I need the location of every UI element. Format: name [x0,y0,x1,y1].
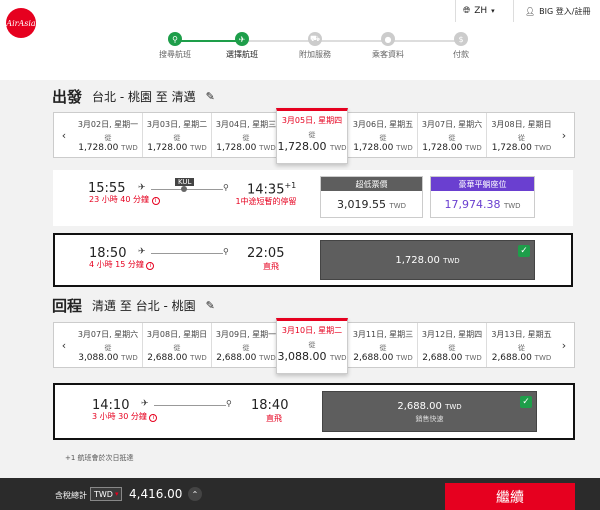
step-label: 附加服務 [299,50,331,59]
date-cell[interactable]: 3月02日, 星期一從 1,728.00 TWD [74,113,143,157]
login-label: BIG 登入/註冊 [539,6,591,16]
total-amount: 4,416.00 [129,487,183,501]
currency-select[interactable]: TWD ▾ [90,487,123,501]
stop-note: 直飛 [266,414,282,423]
destination-pin-icon: ⚲ [226,399,232,408]
fare-tag: 銷售快速 [415,415,444,423]
route-line [154,405,226,406]
plane-icon: ✈ [141,399,149,409]
day-offset: +1 [284,181,297,190]
bottom-bar: 含稅總計 TWD ▾ 4,416.00 ⌃ 繼續 [0,478,600,510]
fare-price: 17,974.38 [444,198,501,211]
globe-icon: 🌐︎ [463,6,471,16]
step-label: 乘客資料 [372,50,404,59]
info-icon[interactable]: i [151,197,160,205]
prev-dates-arrow[interactable]: ‹ [54,323,74,367]
outbound-date-strip: ‹ 3月02日, 星期一從 1,728.00 TWD 3月03日, 星期二從 1… [53,108,575,164]
flight-row[interactable]: 15:55 23 小時 40 分鐘 i ✈ KUL ⚲ 14:35+1 1中途短… [53,170,573,226]
user-icon: 👤︎ [525,6,536,16]
date-cell[interactable]: 3月12日, 星期四從 2,688.00 TWD [418,323,487,367]
info-icon[interactable]: i [149,414,158,422]
checkmark-icon: ✓ [518,245,530,257]
return-date-strip: ‹ 3月07日, 星期六從 3,088.00 TWD 3月08日, 星期日從 2… [53,318,575,374]
dollar-icon: $ [454,32,468,46]
fare-low[interactable]: 超低票價 3,019.55 TWD [320,176,423,218]
date-cell[interactable]: 3月08日, 星期日從 1,728.00 TWD [487,113,556,157]
destination-pin-icon: ⚲ [223,183,229,192]
date-cell[interactable]: 3月06日, 星期五從 1,728.00 TWD [349,113,418,157]
plane-icon: ✈ [138,247,146,257]
step-label: 選擇航班 [226,50,258,59]
plane-icon: ✈ [235,32,249,46]
fare-premium-flatbed[interactable]: 豪華平躺座位 17,974.38 TWD [430,176,535,218]
route-line [151,253,223,254]
arrive-time: 22:05 [247,246,285,261]
stop-dot [181,186,187,192]
currency-label: TWD [94,489,113,499]
flight-row-selected[interactable]: 14:10 3 小時 30 分鐘 i ✈ ⚲ 18:40 直飛 2,688.00… [53,383,575,440]
search-icon: ⚲ [168,32,182,46]
language-label: ZH [474,6,488,16]
date-cell-selected[interactable]: 3月10日, 星期二從 3,088.00 TWD [276,318,348,374]
fare-price: 3,019.55 [336,198,386,211]
fare-price: 2,688.00 [397,401,442,412]
route-line [151,189,223,190]
outbound-title-row: 出發 台北 - 桃園 至 清邁 ✎ [52,86,215,107]
date-cell[interactable]: 3月03日, 星期二從 1,728.00 TWD [143,113,212,157]
login-button[interactable]: 👤︎ BIG 登入/註冊 [525,5,590,17]
language-selector[interactable]: 🌐︎ ZH ▾ [463,5,495,17]
selected-fare[interactable]: 1,728.00 TWD ✓ [320,240,535,280]
airasia-logo[interactable]: AirAsia [6,8,36,38]
next-dates-arrow[interactable]: › [554,323,574,367]
checkmark-icon: ✓ [520,396,532,408]
flight-row-selected[interactable]: 18:50 4 小時 15 分鐘 i ✈ ⚲ 22:05 直飛 1,728.00… [53,233,573,287]
return-title: 回程 [52,297,83,315]
person-icon: ● [381,32,395,46]
date-cell[interactable]: 3月11日, 星期三從 2,688.00 TWD [349,323,418,367]
date-cell[interactable]: 3月07日, 星期六從 3,088.00 TWD [74,323,143,367]
duration: 3 小時 30 分鐘 [92,412,147,421]
next-dates-arrow[interactable]: › [554,113,574,157]
step-label: 搜尋航班 [159,50,191,59]
edit-pencil-icon[interactable]: ✎ [206,90,215,103]
divider [455,0,456,22]
info-icon[interactable]: i [146,262,155,270]
cart-icon: ⛟ [308,32,322,46]
outbound-route: 台北 - 桃園 至 清邁 [92,90,196,104]
destination-pin-icon: ⚲ [223,247,229,256]
duration: 4 小時 15 分鐘 [89,260,144,269]
date-cell[interactable]: 3月08日, 星期日從 2,688.00 TWD [143,323,212,367]
chevron-down-icon: ▾ [491,7,495,15]
divider [513,0,514,22]
date-cell[interactable]: 3月04日, 星期三從 1,728.00 TWD [212,113,281,157]
fare-name: 超低票價 [321,177,422,191]
total-label: 含稅總計 [55,491,87,500]
outbound-title: 出發 [52,88,83,106]
chevron-down-icon: ▾ [114,490,119,498]
return-route: 清邁 至 台北 - 桃園 [92,299,196,313]
continue-button[interactable]: 繼續 [445,483,575,510]
stop-note: 直飛 [263,262,279,271]
expand-summary-icon[interactable]: ⌃ [188,487,202,501]
selected-fare[interactable]: 2,688.00 TWD 銷售快速 ✓ [322,391,537,432]
date-cell-selected[interactable]: 3月05日, 星期四從 1,728.00 TWD [276,108,348,164]
return-title-row: 回程 清邁 至 台北 - 桃園 ✎ [52,295,215,316]
date-cell[interactable]: 3月09日, 星期一從 2,688.00 TWD [212,323,281,367]
footnote: +1 航班會於次日抵達 [65,454,134,462]
date-cell[interactable]: 3月13日, 星期五從 2,688.00 TWD [487,323,556,367]
plane-icon: ✈ [138,183,146,193]
stop-note: 1中途短暫的停留 [235,197,297,206]
edit-pencil-icon[interactable]: ✎ [206,299,215,312]
fare-price: 1,728.00 [395,255,440,266]
date-cell[interactable]: 3月07日, 星期六從 1,728.00 TWD [418,113,487,157]
stop-code: KUL [175,178,195,186]
duration: 23 小時 40 分鐘 [89,195,149,204]
fare-name: 豪華平躺座位 [431,177,534,191]
progress-fill [175,40,243,42]
step-label: 付款 [453,50,469,59]
header: AirAsia ⚲ 搜尋航班 ✈ 選擇航班 ⛟ 附加服務 ● 乘客資料 $ 付款… [0,0,600,80]
prev-dates-arrow[interactable]: ‹ [54,113,74,157]
arrive-time: 18:40 [251,398,289,413]
